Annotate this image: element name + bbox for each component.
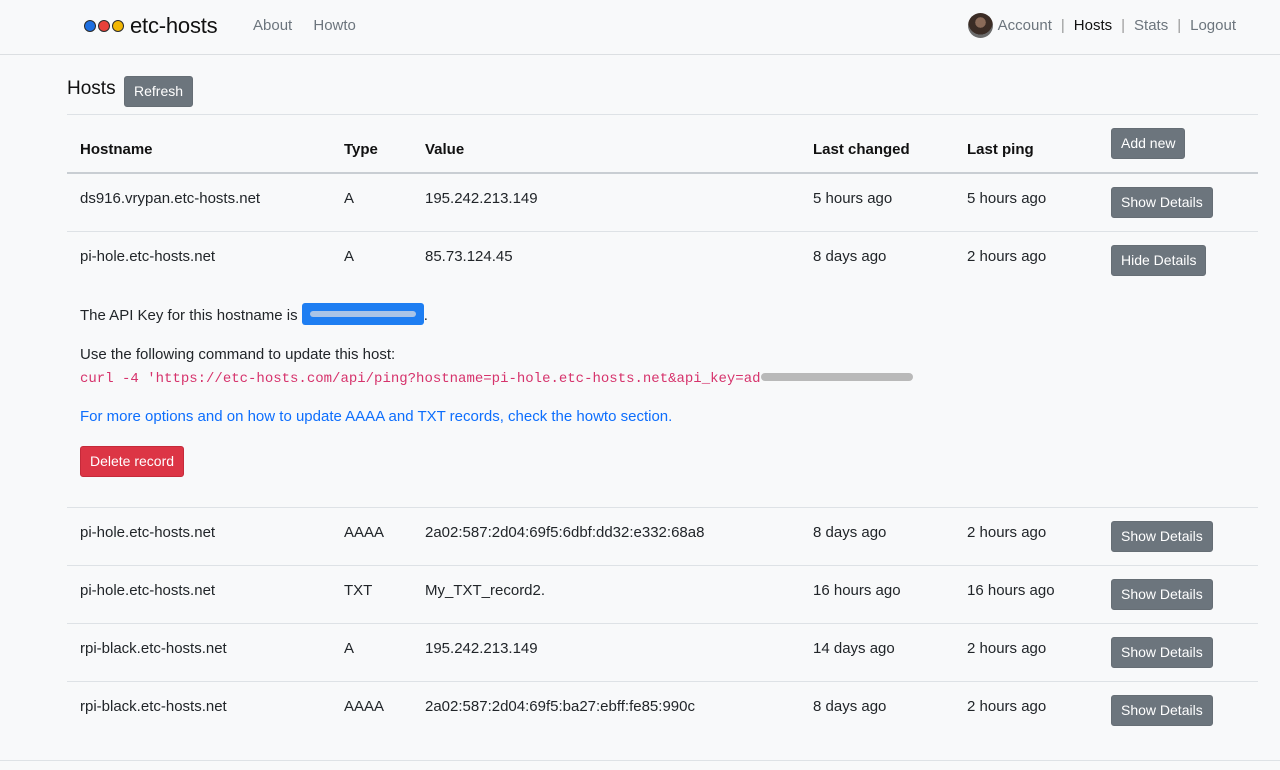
api-key-period: . [423, 306, 428, 324]
cell-value: 2a02:587:2d04:69f5:ba27:ebff:fe85:990c [425, 698, 695, 715]
cell-value: 195.242.213.149 [425, 640, 538, 657]
divider [67, 681, 1258, 682]
nav-separator: | [1121, 17, 1126, 34]
show-details-button[interactable]: Show Details [1111, 187, 1213, 218]
cell-value: 2a02:587:2d04:69f5:6dbf:dd32:e332:68a8 [425, 524, 705, 541]
cell-type: TXT [344, 582, 373, 599]
nav-right: Account | Hosts | Stats | Logout [967, 13, 1236, 38]
cell-type: A [344, 248, 355, 265]
api-key-value[interactable] [301, 303, 424, 325]
cell-last-ping: 2 hours ago [967, 640, 1047, 657]
header-value: Value [425, 141, 465, 158]
header-last-changed: Last changed [813, 141, 910, 158]
cell-type: AAAA [344, 698, 385, 715]
divider [67, 172, 1258, 174]
update-command[interactable]: curl -4 'https://etc-hosts.com/api/ping?… [80, 371, 761, 387]
nav-stats[interactable]: Stats [1134, 17, 1168, 34]
brand-name: etc-hosts [130, 13, 218, 38]
refresh-button[interactable]: Refresh [124, 76, 194, 107]
cell-last-changed: 5 hours ago [813, 190, 893, 207]
api-key-label: The API Key for this hostname is [80, 306, 298, 324]
logo-dot-red-icon [98, 20, 110, 32]
header-last-ping: Last ping [967, 141, 1034, 158]
header-type: Type [344, 141, 378, 158]
nav-account[interactable]: Account [998, 17, 1052, 34]
divider [67, 231, 1258, 232]
divider [67, 565, 1258, 566]
divider [67, 623, 1258, 624]
show-details-button[interactable]: Show Details [1111, 521, 1213, 552]
cell-last-ping: 16 hours ago [967, 582, 1055, 599]
show-details-button[interactable]: Show Details [1111, 637, 1213, 668]
command-line[interactable]: curl -4 'https://etc-hosts.com/api/ping?… [80, 369, 913, 387]
add-new-button[interactable]: Add new [1111, 128, 1186, 159]
navbar: etc-hosts About Howto Account | Hosts | … [0, 0, 1280, 55]
howto-link[interactable]: For more options and on how to update AA… [80, 408, 672, 425]
cell-type: AAAA [344, 524, 385, 541]
show-details-button[interactable]: Show Details [1111, 695, 1213, 726]
nav-logout[interactable]: Logout [1190, 17, 1236, 34]
nav-about[interactable]: About [253, 17, 292, 34]
cell-last-changed: 8 days ago [813, 248, 887, 265]
cell-last-ping: 2 hours ago [967, 248, 1047, 265]
cell-last-changed: 14 days ago [813, 640, 895, 657]
header-hostname: Hostname [80, 141, 153, 158]
avatar[interactable] [967, 13, 993, 38]
divider [67, 114, 1258, 115]
command-intro: Use the following command to update this… [80, 346, 396, 363]
brand-logo[interactable]: etc-hosts [84, 13, 218, 39]
nav-separator: | [1060, 17, 1065, 34]
cell-hostname: pi-hole.etc-hosts.net [80, 582, 216, 599]
cell-hostname: pi-hole.etc-hosts.net [80, 248, 216, 265]
nav-left: About Howto [253, 17, 373, 34]
nav-howto[interactable]: Howto [313, 17, 356, 34]
page-title: Hosts [67, 78, 116, 99]
cell-hostname: ds916.vrypan.etc-hosts.net [80, 190, 261, 207]
logo-dot-blue-icon [84, 20, 96, 32]
show-details-button[interactable]: Show Details [1111, 579, 1213, 610]
footer-divider [0, 760, 1280, 761]
cell-type: A [344, 640, 355, 657]
cell-last-ping: 5 hours ago [967, 190, 1047, 207]
api-key-line: The API Key for this hostname is . [80, 303, 428, 327]
logo-dot-yellow-icon [112, 20, 124, 32]
cell-value: My_TXT_record2. [425, 582, 546, 599]
cell-value: 85.73.124.45 [425, 248, 513, 265]
hide-details-button[interactable]: Hide Details [1111, 245, 1207, 276]
cell-last-changed: 8 days ago [813, 698, 887, 715]
divider [67, 507, 1258, 508]
cell-last-changed: 16 hours ago [813, 582, 901, 599]
cell-hostname: rpi-black.etc-hosts.net [80, 640, 227, 657]
cell-last-ping: 2 hours ago [967, 524, 1047, 541]
nav-separator: | [1177, 17, 1182, 34]
delete-record-button[interactable]: Delete record [80, 446, 185, 477]
cell-hostname: rpi-black.etc-hosts.net [80, 698, 227, 715]
cell-last-changed: 8 days ago [813, 524, 887, 541]
cell-type: A [344, 190, 355, 207]
cell-last-ping: 2 hours ago [967, 698, 1047, 715]
cell-value: 195.242.213.149 [425, 190, 538, 207]
cell-hostname: pi-hole.etc-hosts.net [80, 524, 216, 541]
nav-hosts[interactable]: Hosts [1074, 17, 1112, 34]
redacted-api-key [760, 373, 913, 382]
